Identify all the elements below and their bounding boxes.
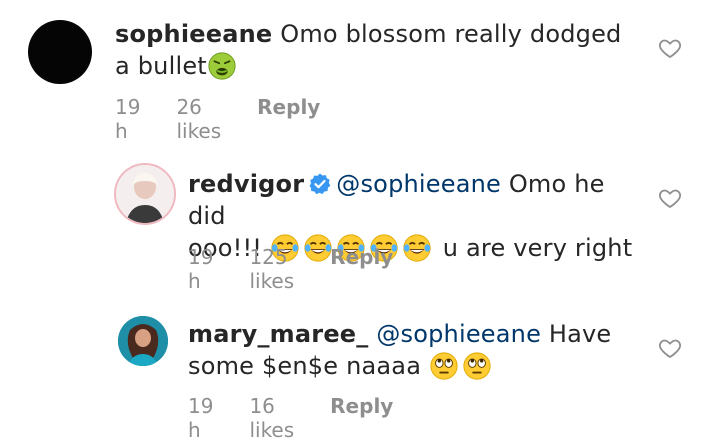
comment-body: sophieeane Omo blossom really dodged a b… (115, 18, 635, 82)
nauseated-face-icon (207, 51, 237, 81)
avatar-redvigor[interactable] (114, 163, 176, 225)
comment-meta: 19 h 125 likes Reply (188, 245, 429, 293)
comment-text: Have (541, 320, 612, 348)
profile-photo (116, 165, 174, 223)
timestamp: 19 h (188, 394, 214, 442)
reply-button[interactable]: Reply (257, 95, 320, 143)
comment-line: mary_maree_ @sophieeane Have (188, 318, 638, 350)
comment-text: u are very right (434, 234, 633, 262)
likes-count[interactable]: 16 likes (249, 394, 294, 442)
comment-line: some $en$e naaaa (188, 350, 638, 382)
reply-button[interactable]: Reply (330, 245, 393, 293)
rolling-eyes-icon (429, 351, 459, 381)
likes-count[interactable]: 125 likes (249, 245, 294, 293)
comment-body: mary_maree_ @sophieeane Have some $en$e … (188, 318, 638, 382)
comment-meta: 19 h 26 likes Reply (115, 95, 356, 143)
avatar-mary-maree[interactable] (118, 316, 168, 366)
likes-count[interactable]: 26 likes (176, 95, 221, 143)
username-redvigor[interactable]: redvigor (188, 170, 304, 198)
profile-photo (118, 316, 168, 366)
comment-text: some $en$e naaaa (188, 352, 429, 380)
mention-link[interactable]: @sophieeane (336, 170, 501, 198)
like-heart-icon[interactable] (658, 36, 682, 60)
username-mary-maree[interactable]: mary_maree_ (188, 320, 368, 348)
verified-badge-icon (309, 173, 331, 195)
comment-line: redvigor @sophieeane Omo he did (188, 168, 638, 232)
rolling-eyes-icon (462, 351, 492, 381)
username-sophieeane[interactable]: sophieeane (115, 20, 272, 48)
timestamp: 19 h (115, 95, 141, 143)
like-heart-icon[interactable] (658, 186, 682, 210)
comment-meta: 19 h 16 likes Reply (188, 394, 429, 442)
mention-link[interactable]: @sophieeane (376, 320, 541, 348)
like-heart-icon[interactable] (658, 336, 682, 360)
timestamp: 19 h (188, 245, 214, 293)
avatar-sophieeane[interactable] (28, 20, 92, 84)
reply-button[interactable]: Reply (330, 394, 393, 442)
